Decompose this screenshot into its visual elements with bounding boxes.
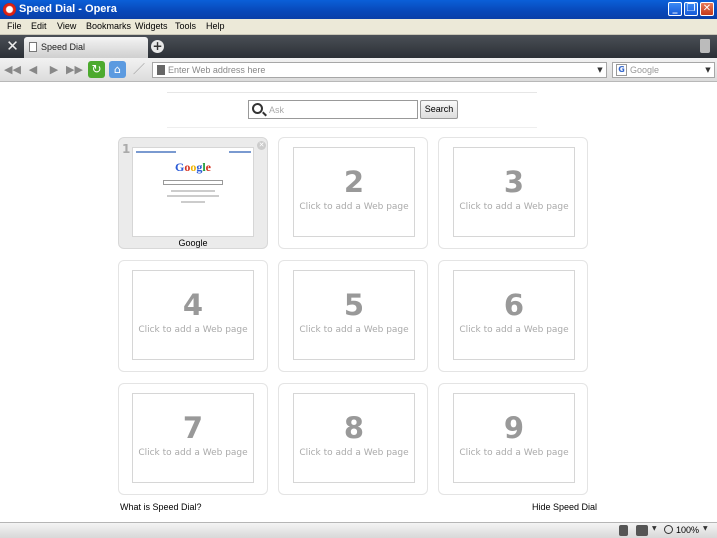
tools-icon[interactable]: ✕ — [4, 38, 21, 55]
google-icon[interactable]: G — [616, 64, 627, 76]
empty-slot: 8 Click to add a Web page — [293, 393, 415, 483]
turbo-icon[interactable] — [619, 525, 628, 536]
minimize-button[interactable]: _ — [668, 2, 682, 16]
slot-hint: Click to add a Web page — [138, 325, 248, 335]
forward-icon[interactable]: ▶ — [46, 62, 62, 78]
slot-number: 5 — [343, 288, 365, 322]
speed-dial-search-input[interactable] — [269, 103, 414, 116]
search-engine-input[interactable] — [630, 64, 702, 76]
close-button[interactable]: ✕ — [700, 2, 714, 16]
logo-letter: e — [205, 160, 211, 174]
menu-widgets[interactable]: Widgets — [135, 21, 168, 31]
address-field[interactable]: ▼ — [152, 62, 607, 78]
speed-dial-slot-5[interactable]: 5 Click to add a Web page — [278, 260, 428, 372]
speed-dial-page: Search 1 ✕ Google Google 2 Click to add … — [0, 83, 717, 522]
fast-forward-icon[interactable]: ▶▶ — [66, 62, 83, 78]
status-bar: ▼ 100% ▼ — [0, 522, 717, 538]
slot-hint: Click to add a Web page — [459, 202, 569, 212]
menu-edit[interactable]: Edit — [31, 21, 47, 31]
menu-bookmarks[interactable]: Bookmarks — [86, 21, 131, 31]
menu-tools[interactable]: Tools — [175, 21, 196, 31]
window-title: Speed Dial - Opera — [19, 3, 117, 15]
wand-icon[interactable]: ／ — [131, 61, 147, 77]
slot-number: 1 — [122, 142, 131, 156]
slot-number: 2 — [343, 165, 365, 199]
slot-number: 4 — [182, 288, 204, 322]
menu-view[interactable]: View — [57, 21, 76, 31]
decoration — [136, 151, 176, 153]
google-logo: Google — [133, 160, 253, 175]
document-icon — [29, 42, 37, 52]
empty-slot: 3 Click to add a Web page — [453, 147, 575, 237]
search-engine-field[interactable]: G ▼ — [612, 62, 715, 78]
slot-hint: Click to add a Web page — [299, 448, 409, 458]
what-is-speed-dial-link[interactable]: What is Speed Dial? — [120, 502, 202, 512]
tab-bar: ✕ Speed Dial + — [0, 35, 717, 58]
speed-dial-slot-7[interactable]: 7 Click to add a Web page — [118, 383, 268, 495]
slot-number: 7 — [182, 411, 204, 445]
slot-number: 3 — [503, 165, 525, 199]
menu-file[interactable]: File — [7, 21, 22, 31]
search-dropdown-icon[interactable]: ▼ — [702, 63, 714, 77]
slot-hint: Click to add a Web page — [459, 448, 569, 458]
speed-dial-slot-2[interactable]: 2 Click to add a Web page — [278, 137, 428, 249]
decoration — [167, 195, 219, 197]
divider — [167, 92, 537, 93]
empty-slot: 5 Click to add a Web page — [293, 270, 415, 360]
speed-dial-slot-9[interactable]: 9 Click to add a Web page — [438, 383, 588, 495]
speed-dial-search[interactable] — [248, 100, 418, 119]
slot-title: Google — [178, 238, 208, 248]
new-tab-icon[interactable]: + — [151, 40, 164, 53]
empty-slot: 2 Click to add a Web page — [293, 147, 415, 237]
search-icon — [252, 103, 263, 114]
divider — [167, 127, 537, 128]
menu-bar: File Edit View Bookmarks Widgets Tools H… — [0, 19, 717, 35]
zoom-level[interactable]: 100% — [676, 525, 699, 535]
search-button[interactable]: Search — [420, 100, 458, 119]
zoom-icon — [664, 525, 673, 534]
google-thumbnail: Google — [132, 147, 254, 237]
close-icon[interactable]: ✕ — [257, 141, 266, 150]
empty-slot: 9 Click to add a Web page — [453, 393, 575, 483]
empty-slot: 6 Click to add a Web page — [453, 270, 575, 360]
address-toolbar: ◀◀ ◀ ▶ ▶▶ ↻ ⌂ ／ ▼ G ▼ — [0, 58, 717, 82]
speed-dial-slot-4[interactable]: 4 Click to add a Web page — [118, 260, 268, 372]
tab-label: Speed Dial — [41, 42, 86, 52]
slot-hint: Click to add a Web page — [299, 202, 409, 212]
decoration — [171, 190, 215, 192]
image-icon[interactable] — [636, 525, 648, 536]
chevron-down-icon[interactable]: ▼ — [652, 525, 657, 532]
slot-hint: Click to add a Web page — [299, 325, 409, 335]
slot-number: 9 — [503, 411, 525, 445]
logo-letter: G — [174, 160, 185, 174]
speed-dial-slot-8[interactable]: 8 Click to add a Web page — [278, 383, 428, 495]
slot-hint: Click to add a Web page — [459, 325, 569, 335]
decoration — [181, 201, 205, 203]
reload-icon[interactable]: ↻ — [88, 61, 105, 78]
decoration — [229, 151, 251, 153]
opera-logo-icon — [3, 3, 16, 16]
back-icon[interactable]: ◀ — [25, 62, 41, 78]
slot-number: 6 — [503, 288, 525, 322]
slot-hint: Click to add a Web page — [138, 448, 248, 458]
tab-speed-dial[interactable]: Speed Dial — [24, 37, 148, 58]
address-dropdown-icon[interactable]: ▼ — [594, 63, 606, 77]
title-bar: Speed Dial - Opera _ ❐ ✕ — [0, 0, 717, 19]
empty-slot: 7 Click to add a Web page — [132, 393, 254, 483]
page-icon — [157, 65, 165, 75]
empty-slot: 4 Click to add a Web page — [132, 270, 254, 360]
menu-help[interactable]: Help — [206, 21, 225, 31]
zoom-dropdown-icon[interactable]: ▼ — [703, 525, 708, 532]
rewind-icon[interactable]: ◀◀ — [4, 62, 21, 78]
slot-number: 8 — [343, 411, 365, 445]
decoration — [163, 180, 223, 185]
home-icon[interactable]: ⌂ — [109, 61, 126, 78]
speed-dial-slot-3[interactable]: 3 Click to add a Web page — [438, 137, 588, 249]
speed-dial-slot-1[interactable]: 1 ✕ Google Google — [118, 137, 268, 249]
trash-icon[interactable] — [700, 39, 710, 53]
speed-dial-slot-6[interactable]: 6 Click to add a Web page — [438, 260, 588, 372]
address-input[interactable] — [168, 64, 588, 76]
maximize-button[interactable]: ❐ — [684, 2, 698, 16]
hide-speed-dial-link[interactable]: Hide Speed Dial — [532, 502, 597, 512]
